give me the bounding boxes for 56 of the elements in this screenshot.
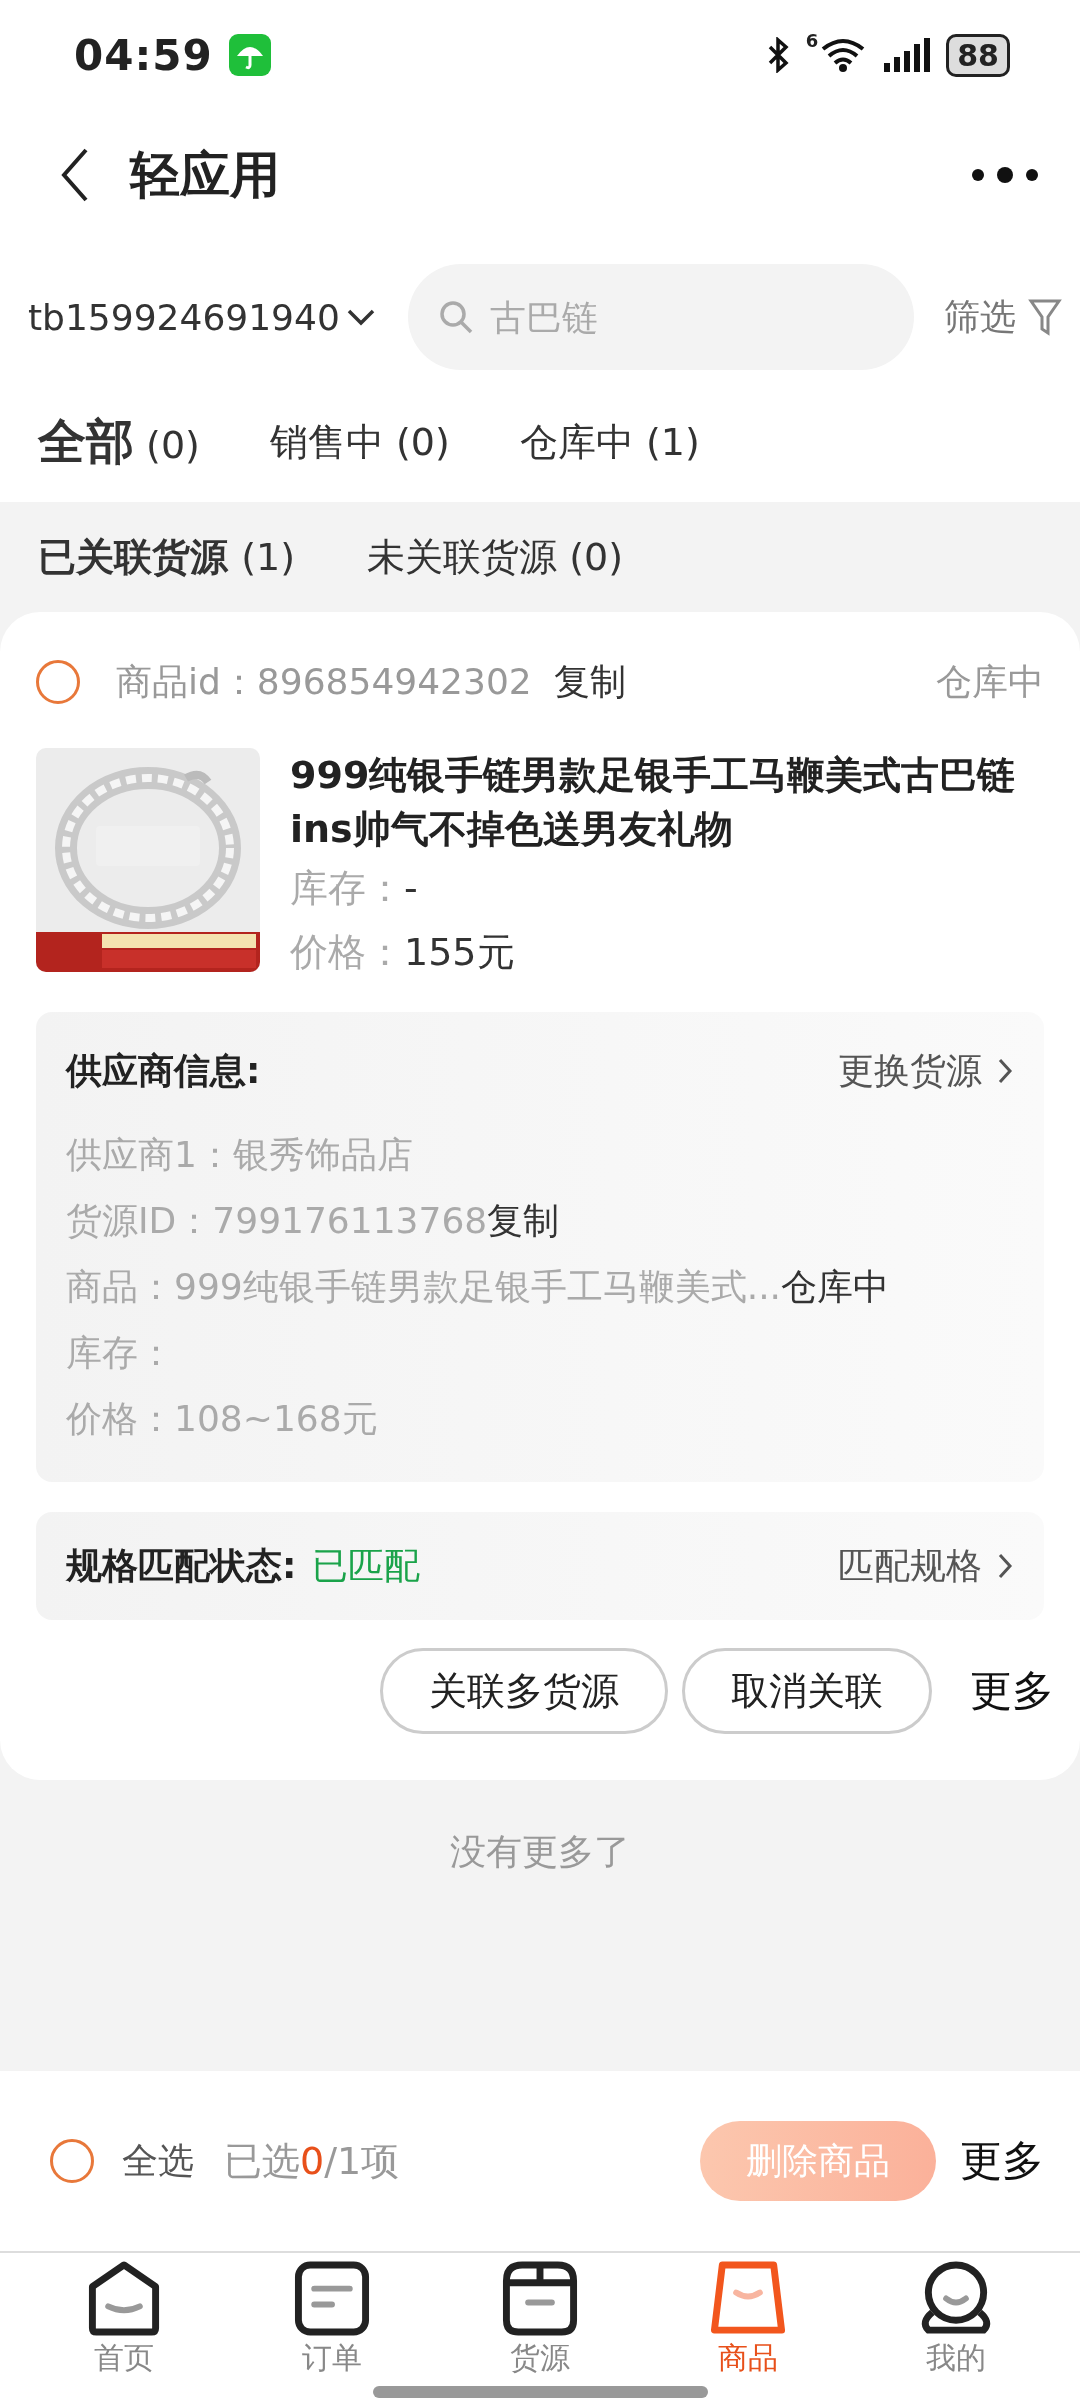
battery-level: 88 — [946, 33, 1010, 77]
signal-icon — [882, 37, 931, 73]
chevron-icon — [996, 1551, 1014, 1581]
status-tab[interactable]: 全部 (0) — [38, 410, 200, 474]
box-icon — [500, 2259, 580, 2338]
spec-status-label: 规格匹配状态: — [66, 1543, 297, 1588]
product-checkbox[interactable] — [36, 660, 80, 704]
select-all-checkbox[interactable] — [50, 2139, 94, 2183]
more-button[interactable]: 更多 — [946, 1663, 1054, 1719]
end-note: 没有更多了 — [449, 1830, 631, 1874]
supplier-detail: 供应商1：银秀饰品店 — [66, 1133, 413, 1177]
supplier-detail-action: 复制 — [487, 1199, 560, 1243]
match-spec-link[interactable]: 匹配规格 — [838, 1541, 1014, 1591]
supplier-detail: 商品：999纯银手链男款足银手工马鞭美式... — [66, 1265, 782, 1309]
copy-link[interactable]: 复制 — [553, 657, 626, 707]
select-all-label: 全选 — [122, 2138, 194, 2183]
product-status: 仓库中 — [936, 659, 1044, 704]
change-source-link[interactable]: 更换货源 — [838, 1046, 1014, 1096]
source-tab[interactable]: 已关联货源 (1) — [38, 531, 296, 583]
nav-item[interactable]: 订单 — [257, 2253, 407, 2379]
page-title: 轻应用 — [130, 144, 280, 206]
product-price: 价格：155元 — [290, 929, 516, 976]
status-tab[interactable]: 销售中 (0) — [269, 416, 450, 468]
nav-item[interactable]: 商品 — [673, 2253, 823, 2379]
status-time: 04:59 — [74, 30, 213, 80]
selected-count: 已选0/1项 — [224, 2137, 400, 2185]
supplier-detail: 价格：108~168元 — [66, 1397, 378, 1441]
action-button[interactable]: 取消关联 — [682, 1648, 932, 1734]
supplier-heading: 供应商信息: — [66, 1048, 261, 1093]
filter-icon — [1028, 297, 1062, 337]
search-field[interactable]: 古巴链 — [487, 295, 692, 339]
orders-icon — [292, 2259, 372, 2338]
chevron-icon — [996, 1056, 1014, 1086]
status-tab[interactable]: 仓库中 (1) — [519, 416, 700, 468]
network-label: 6 — [805, 30, 819, 51]
back-icon[interactable] — [60, 147, 90, 203]
nav-item[interactable]: 首页 — [49, 2253, 199, 2379]
more-button[interactable]: 更多 — [936, 2133, 1044, 2189]
nav-item[interactable]: 货源 — [465, 2253, 615, 2379]
umbrella-icon — [228, 34, 271, 76]
wifi-icon — [820, 37, 867, 73]
account-selector[interactable]: tb159924691940 — [28, 296, 376, 338]
product-id: 商品id：896854942302 — [116, 659, 532, 704]
spec-status-value: 已匹配 — [312, 1543, 421, 1588]
product-title: 999纯银手链男款足银手工马鞭美式古巴链ins帅气不掉色送男友礼物 — [290, 752, 1017, 853]
nav-item[interactable]: 我的 — [881, 2253, 1031, 2379]
product-stock: 库存：- — [290, 865, 419, 912]
source-tab[interactable]: 未关联货源 (0) — [367, 531, 623, 583]
supplier-detail: 货源ID：799176113768 — [66, 1199, 488, 1243]
search-icon — [437, 299, 474, 335]
supplier-detail-action: 仓库中 — [781, 1265, 890, 1309]
more-icon[interactable] — [970, 167, 1040, 183]
supplier-detail: 库存： — [66, 1331, 174, 1375]
chevron-down-icon — [345, 307, 376, 327]
filter-button[interactable]: 筛选 — [930, 292, 1062, 342]
action-button[interactable]: 关联多货源 — [380, 1648, 668, 1734]
